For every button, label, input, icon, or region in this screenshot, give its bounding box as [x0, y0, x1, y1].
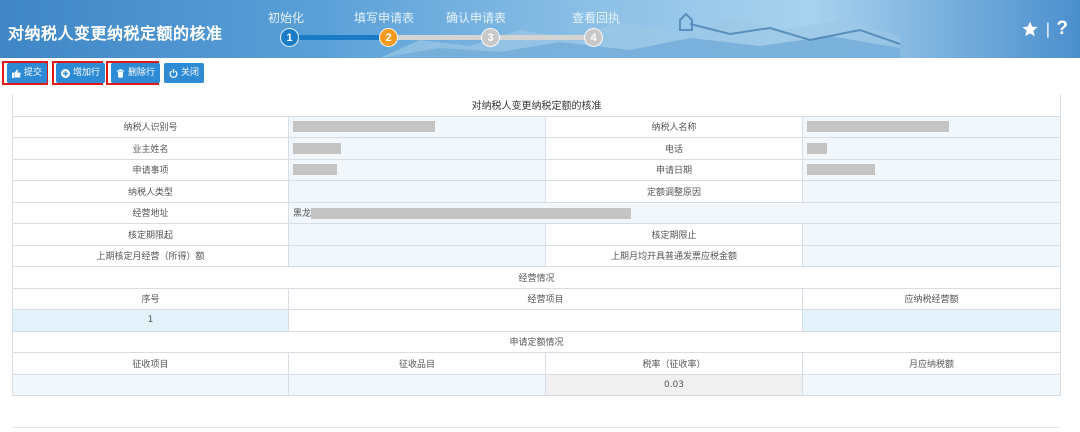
address-label: 经营地址 — [12, 201, 289, 224]
apply-item-label: 申请事项 — [12, 158, 289, 181]
period-start-field[interactable] — [288, 223, 546, 246]
taxpayer-id-field — [288, 115, 546, 138]
header-actions: | ? — [1021, 18, 1068, 40]
close-button-label: 关闭 — [181, 68, 200, 78]
redacted-value — [807, 121, 949, 133]
quota-header-project: 征收项目 — [12, 352, 289, 375]
quota-row-category-field[interactable] — [288, 373, 546, 396]
step-4-circle: 4 — [584, 28, 603, 47]
business-section-title: 经营情况 — [12, 266, 1061, 289]
quota-header-monthly-tax: 月应纳税额 — [802, 352, 1061, 375]
trash-icon — [116, 68, 125, 78]
close-button[interactable]: 关闭 — [164, 63, 205, 83]
address-prefix: 黑龙 — [293, 209, 312, 220]
period-end-field[interactable] — [802, 223, 1061, 246]
step-2-label: 填写申请表 — [354, 11, 415, 25]
quota-section-title: 申请定额情况 — [12, 330, 1061, 353]
header-separator: | — [1045, 20, 1051, 38]
phone-label: 电话 — [545, 137, 803, 160]
prev-monthly-label: 上期核定月经营（所得）额 — [12, 244, 289, 267]
form-title: 对纳税人变更纳税定额的核准 — [12, 94, 1061, 117]
apply-item-field — [288, 158, 546, 181]
table-row[interactable]: 0.03 — [12, 373, 1061, 396]
quota-header-category: 征收品目 — [288, 352, 546, 375]
adjust-reason-field[interactable] — [802, 180, 1061, 203]
star-icon[interactable] — [1021, 20, 1039, 38]
submit-button-label: 提交 — [24, 68, 43, 78]
step-3-label: 确认申请表 — [446, 11, 507, 25]
application-form-table: 对纳税人变更纳税定额的核准 纳税人识别号 纳税人名称 业主姓名 电话 申请事项 … — [12, 94, 1061, 396]
apply-date-label: 申请日期 — [545, 158, 803, 181]
quota-row-project-field[interactable] — [12, 373, 289, 396]
adjust-reason-label: 定额调整原因 — [545, 180, 803, 203]
add-row-button-label: 增加行 — [73, 68, 101, 78]
prev-invoice-label: 上期月均开具普通发票应税金额 — [545, 244, 803, 267]
step-2-circle: 2 — [379, 28, 398, 47]
step-3-circle: 3 — [481, 28, 500, 47]
address-field: 黑龙 — [288, 201, 1061, 224]
business-header-amount: 应纳税经营额 — [802, 287, 1061, 310]
period-start-label: 核定期限起 — [12, 223, 289, 246]
add-row-button[interactable]: 增加行 — [56, 63, 106, 83]
plus-circle-icon — [61, 68, 70, 78]
quota-row-rate: 0.03 — [545, 373, 803, 396]
business-row-item-field[interactable] — [288, 309, 803, 332]
business-header-item: 经营项目 — [288, 287, 803, 310]
page-title: 对纳税人变更纳税定额的核准 — [8, 24, 223, 43]
taxpayer-type-label: 纳税人类型 — [12, 180, 289, 203]
quota-row-monthly-tax-field[interactable] — [802, 373, 1061, 396]
redacted-value — [807, 164, 875, 176]
table-row[interactable]: 1 — [12, 309, 1061, 332]
prev-monthly-field[interactable] — [288, 244, 546, 267]
prev-invoice-field[interactable] — [802, 244, 1061, 267]
progress-stepper: 初始化 填写申请表 确认申请表 查看回执 1 2 3 4 — [250, 0, 650, 58]
taxpayer-id-label: 纳税人识别号 — [12, 115, 289, 138]
redacted-value — [293, 164, 337, 176]
thumbs-up-icon — [12, 68, 21, 78]
business-row-amount-field[interactable] — [802, 309, 1061, 332]
bottom-divider — [12, 427, 1060, 428]
taxpayer-type-field[interactable] — [288, 180, 546, 203]
submit-button[interactable]: 提交 — [7, 63, 48, 83]
redacted-value — [807, 142, 827, 154]
owner-name-field — [288, 137, 546, 160]
phone-field — [802, 137, 1061, 160]
taxpayer-name-label: 纳税人名称 — [545, 115, 803, 138]
taxpayer-name-field — [802, 115, 1061, 138]
owner-name-label: 业主姓名 — [12, 137, 289, 160]
apply-date-field — [802, 158, 1061, 181]
power-icon — [169, 68, 178, 78]
redacted-value — [311, 208, 632, 220]
redacted-value — [293, 121, 435, 133]
quota-header-rate: 税率（征收率） — [545, 352, 803, 375]
page-header: 对纳税人变更纳税定额的核准 初始化 填写申请表 确认申请表 查看回执 1 2 3… — [0, 0, 1080, 58]
redacted-value — [293, 142, 341, 154]
step-1-circle: 1 — [280, 28, 299, 47]
step-4-label: 查看回执 — [572, 11, 621, 25]
step-connector-done — [294, 35, 390, 40]
business-row-index: 1 — [12, 309, 289, 332]
help-icon[interactable]: ? — [1056, 18, 1068, 40]
delete-row-button[interactable]: 删除行 — [111, 63, 161, 83]
period-end-label: 核定期限止 — [545, 223, 803, 246]
delete-row-button-label: 删除行 — [128, 68, 156, 78]
step-1-label: 初始化 — [268, 11, 305, 25]
business-header-index: 序号 — [12, 287, 289, 310]
